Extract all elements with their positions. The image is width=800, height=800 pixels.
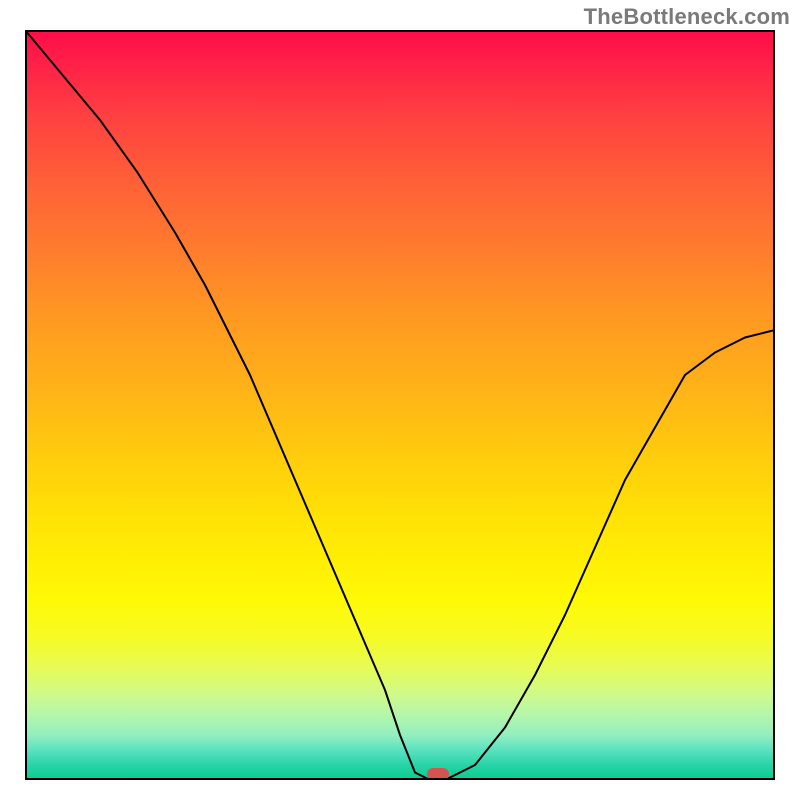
- chart-container: TheBottleneck.com: [0, 0, 800, 800]
- min-point-marker: [427, 768, 449, 780]
- plot-area: [25, 30, 775, 780]
- bottleneck-curve: [25, 30, 775, 780]
- watermark-text: TheBottleneck.com: [584, 4, 790, 30]
